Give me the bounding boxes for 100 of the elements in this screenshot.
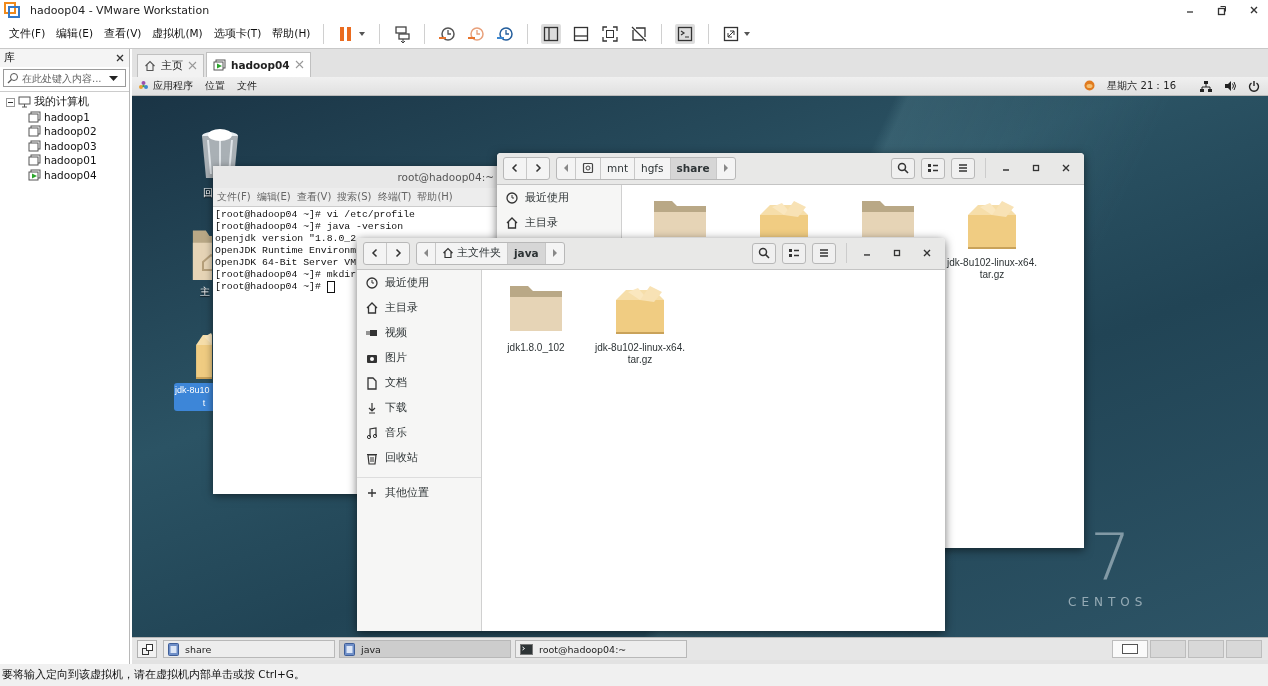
menu-item[interactable]: 文件(F) (9, 27, 46, 41)
tree-item[interactable]: hadoop02 (44, 125, 97, 138)
status-message: 要将输入定向到该虚拟机，请在虚拟机内部单击或按 Ctrl+G。 (2, 668, 305, 682)
icon-label: 回 (203, 185, 213, 199)
fullscreen-icon[interactable] (722, 25, 741, 43)
volume-icon[interactable] (1224, 79, 1236, 92)
path-button[interactable]: java (508, 242, 546, 264)
close-icon[interactable] (1248, 4, 1260, 16)
search-button[interactable] (752, 242, 776, 264)
window-title: root@hadoop04:~ (397, 170, 494, 183)
menu-button[interactable] (812, 242, 836, 264)
sidebar-view-button[interactable] (541, 24, 562, 44)
terminal-icon (677, 26, 694, 42)
input-method-icon[interactable] (1084, 80, 1096, 92)
file-manager-icon (344, 642, 355, 656)
taskbar-button[interactable]: java (339, 640, 511, 659)
tab[interactable]: hadoop04 (206, 51, 311, 77)
terminal-line: OpenJDK 64-Bit Server VM (215, 256, 357, 269)
sidebar-item[interactable]: 主目录 (525, 216, 558, 231)
file-name[interactable]: jdk1.8.0_102 (507, 341, 565, 354)
sidebar-item[interactable]: 主目录 (385, 301, 418, 316)
menu-item[interactable]: 搜索(S) (337, 189, 372, 204)
tree-item[interactable]: hadoop03 (44, 139, 97, 152)
menu-item[interactable]: 帮助(H) (272, 27, 311, 41)
caret-left-icon (423, 249, 429, 258)
workspace-button[interactable] (1112, 640, 1148, 659)
window-thumbnail-icon (1121, 643, 1139, 656)
menu-button[interactable] (951, 157, 975, 179)
dropdown-caret-icon[interactable] (109, 74, 118, 82)
caret-left-icon (563, 164, 569, 173)
network-icon[interactable] (1200, 79, 1212, 92)
menu-item[interactable]: 查看(V) (296, 189, 332, 204)
close-icon[interactable] (115, 53, 125, 63)
menu-item[interactable]: 查看(V) (104, 27, 142, 41)
path-button[interactable]: share (670, 157, 717, 179)
home-icon (144, 59, 156, 72)
snapshot-icon[interactable] (438, 25, 457, 43)
tree-item[interactable]: hadoop1 (44, 110, 90, 123)
terminal-line: [root@hadoop04 ~]# mkdir (215, 268, 357, 281)
search-field[interactable]: 在此处键入内容... (3, 69, 126, 87)
restore-icon[interactable] (1216, 4, 1228, 16)
search-icon (7, 72, 19, 84)
path-button[interactable]: hgfs (635, 157, 671, 179)
menu-item[interactable]: 虚拟机(M) (152, 27, 203, 41)
menu-item[interactable]: 终端(T) (377, 189, 412, 204)
tree-item[interactable]: hadoop01 (44, 154, 97, 167)
text-cursor (326, 280, 335, 293)
file-name[interactable]: jdk-8u102-linux-x64. tar.gz (594, 341, 686, 366)
unity-off-icon[interactable] (630, 25, 649, 43)
menu-item[interactable]: 选项卡(T) (213, 27, 262, 41)
sidebar-item[interactable]: 视频 (385, 326, 407, 341)
trash-icon (365, 451, 379, 466)
show-desktop-button[interactable] (137, 640, 157, 659)
collapse-icon[interactable] (6, 97, 15, 107)
revert-snapshot-icon[interactable] (467, 25, 486, 43)
menu-item[interactable]: 位置 (205, 78, 225, 93)
file-name[interactable]: jdk-8u102-linux-x64. tar.gz (946, 256, 1038, 281)
list-view-icon (927, 162, 939, 175)
tree-item[interactable]: 我的计算机 (34, 95, 89, 110)
taskbar-button[interactable]: share (163, 640, 335, 659)
menu-item[interactable]: 编辑(E) (256, 189, 291, 204)
terminal-line: [root@hadoop04 ~]# vi /etc/profile (215, 208, 415, 221)
sidebar-item[interactable]: 图片 (385, 351, 407, 366)
thumbnail-bar-icon[interactable] (572, 25, 591, 43)
sidebar-item[interactable]: 回收站 (385, 451, 418, 466)
menu-item[interactable]: 帮助(H) (417, 189, 453, 204)
sidebar-item[interactable]: 最近使用 (385, 276, 429, 291)
sidebar-item[interactable]: 最近使用 (525, 191, 569, 206)
tab[interactable]: 主页 (137, 53, 204, 77)
send-keys-icon[interactable] (393, 25, 412, 43)
menu-item[interactable]: 文件 (237, 78, 257, 93)
tree-item[interactable]: hadoop04 (44, 168, 97, 181)
terminal-icon (520, 643, 533, 655)
logo-number: 7 (1090, 519, 1131, 594)
clock[interactable]: 星期六 21：16 (1107, 78, 1176, 93)
chevron-left-icon (370, 248, 380, 259)
sidebar-item[interactable]: 文档 (385, 376, 407, 391)
sidebar-item[interactable]: 音乐 (385, 426, 407, 441)
search-icon (897, 162, 909, 175)
view-toggle-button[interactable] (782, 242, 806, 264)
menu-item[interactable]: 文件(F) (217, 189, 251, 204)
sidebar-item[interactable]: 其他位置 (385, 485, 429, 500)
sidebar-layout-icon (543, 26, 560, 42)
home-icon (505, 216, 519, 231)
search-button[interactable] (891, 157, 915, 179)
sidebar-item[interactable]: 下载 (385, 401, 407, 416)
path-button[interactable]: mnt (601, 157, 635, 179)
view-toggle-button[interactable] (921, 157, 945, 179)
home-icon (442, 247, 454, 260)
computer-icon (18, 96, 31, 109)
fit-window-icon[interactable] (601, 25, 620, 43)
apps-icon (138, 80, 149, 92)
menu-item[interactable]: 应用程序 (153, 78, 193, 93)
taskbar-button[interactable]: root@hadoop04:~ (515, 640, 687, 659)
power-icon[interactable] (1248, 79, 1260, 92)
snapshot-manager-icon[interactable] (496, 25, 515, 43)
caret-icon[interactable] (743, 30, 752, 38)
menu-item[interactable]: 编辑(E) (56, 27, 94, 41)
caret-icon[interactable] (358, 30, 367, 38)
console-view-button[interactable] (675, 24, 696, 44)
